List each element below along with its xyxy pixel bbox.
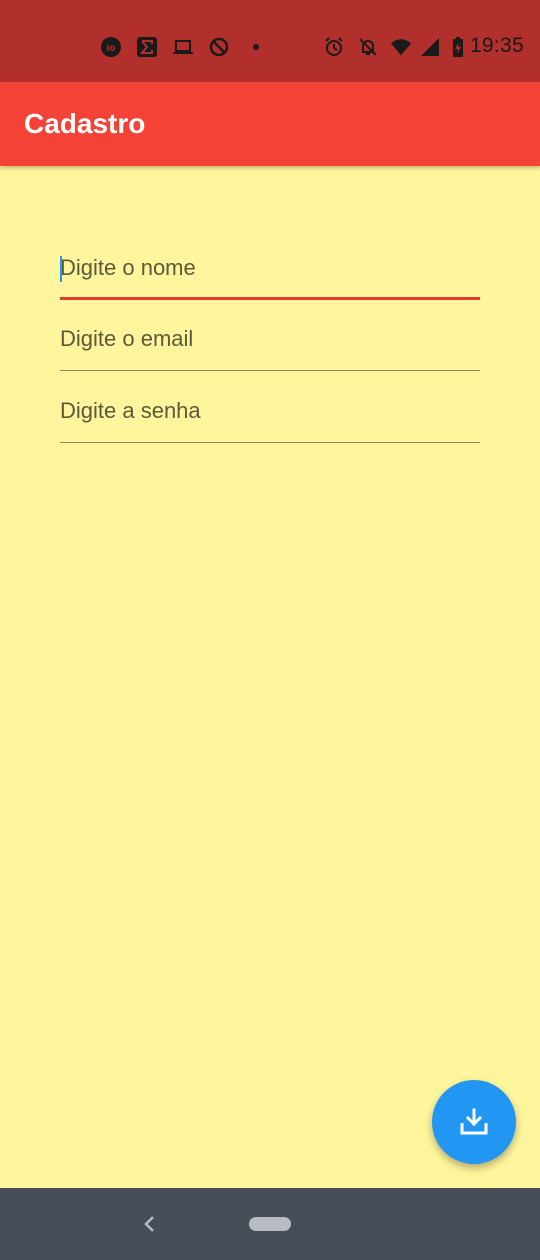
sigma-app-icon bbox=[136, 36, 158, 58]
cellular-signal-icon bbox=[419, 36, 441, 58]
save-fab-button[interactable] bbox=[432, 1080, 516, 1164]
download-icon bbox=[458, 1106, 490, 1138]
status-bar: io 19:35 bbox=[0, 0, 540, 82]
email-field-underline bbox=[60, 370, 480, 371]
name-field-underline bbox=[60, 297, 480, 300]
dot-icon bbox=[245, 36, 267, 58]
svg-text:io: io bbox=[107, 43, 116, 54]
sync-disabled-icon bbox=[208, 36, 230, 58]
home-pill[interactable] bbox=[249, 1217, 291, 1231]
email-field[interactable] bbox=[60, 311, 480, 371]
password-field-underline bbox=[60, 442, 480, 443]
email-input[interactable] bbox=[60, 311, 480, 367]
battery-charging-icon bbox=[447, 36, 469, 58]
laptop-icon bbox=[172, 36, 194, 58]
status-time: 19:35 bbox=[469, 34, 524, 57]
page-title: Cadastro bbox=[24, 108, 146, 139]
wifi-icon bbox=[390, 36, 412, 58]
password-field[interactable] bbox=[60, 383, 480, 443]
name-input[interactable] bbox=[60, 240, 480, 296]
name-field[interactable] bbox=[60, 240, 480, 300]
notifications-off-icon bbox=[357, 36, 379, 58]
alarm-icon bbox=[323, 36, 345, 58]
text-cursor bbox=[60, 256, 62, 282]
password-input[interactable] bbox=[60, 383, 480, 439]
app-bar: Cadastro bbox=[0, 82, 540, 166]
back-icon[interactable] bbox=[138, 1212, 162, 1236]
io-app-icon: io bbox=[100, 36, 122, 58]
